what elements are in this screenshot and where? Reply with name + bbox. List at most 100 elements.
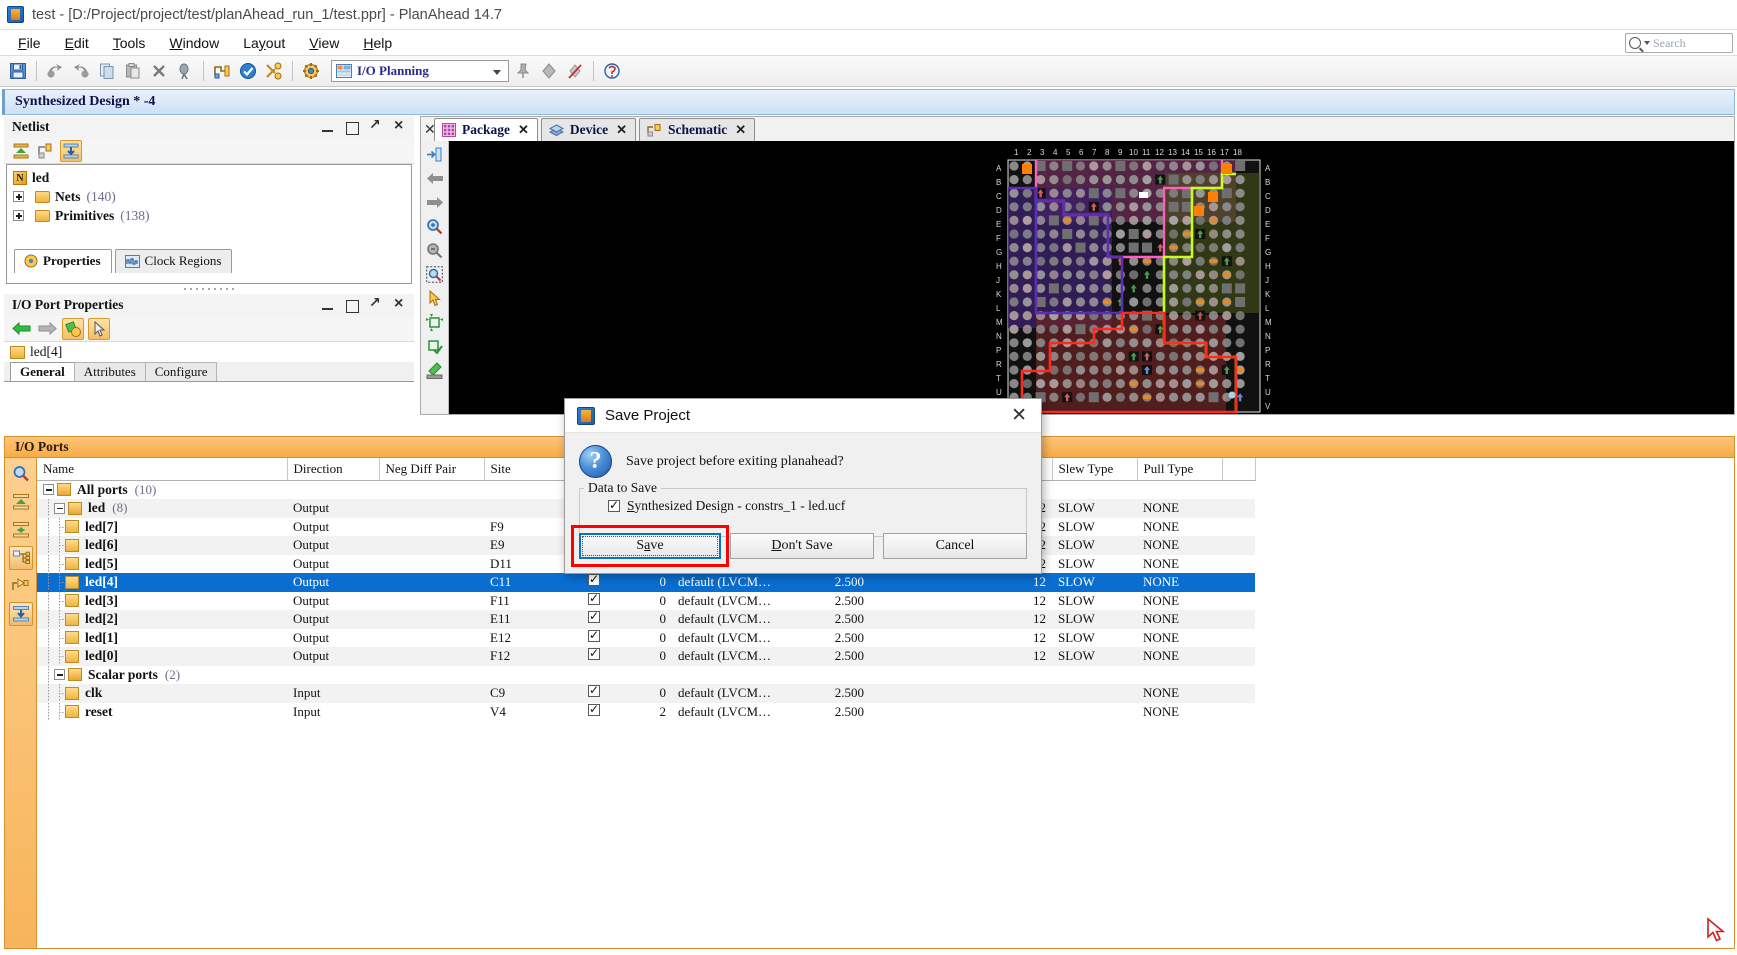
fixed-checkbox[interactable] (588, 573, 600, 587)
fit-selection-icon[interactable] (424, 144, 446, 165)
redo-icon[interactable] (69, 59, 93, 83)
expand-plus-icon[interactable] (13, 191, 24, 202)
zoom-in-icon[interactable] (424, 216, 446, 237)
tab-general[interactable]: General (10, 362, 75, 381)
fixed-checkbox[interactable] (588, 684, 600, 698)
close-icon[interactable] (393, 295, 406, 313)
select-cursor-icon[interactable] (424, 288, 446, 309)
table-row[interactable]: clk Input C9 0default (LVCM…2.500 NONE (37, 684, 1255, 703)
minimize-icon[interactable] (321, 299, 334, 312)
hierarchy-icon[interactable] (8, 602, 33, 626)
fixed-checkbox[interactable] (588, 703, 600, 716)
table-row[interactable]: led[4] Output C11 0default (LVCM…2.500 12SLO… (37, 573, 1255, 592)
settings-icon[interactable] (299, 59, 323, 83)
save-item-checkbox[interactable] (608, 498, 620, 512)
close-icon[interactable]: ✕ (518, 122, 529, 138)
collapse-all-icon[interactable] (9, 490, 33, 514)
menu-file[interactable]: File (6, 33, 53, 53)
maximize-icon[interactable] (345, 299, 359, 313)
select-cursor-icon[interactable] (88, 317, 110, 340)
tab-schematic[interactable]: Schematic ✕ (639, 118, 756, 141)
collapse-all-icon[interactable] (10, 140, 32, 162)
cell-fixed[interactable] (564, 703, 624, 722)
menu-view[interactable]: View (297, 33, 351, 53)
cancel-button[interactable]: Cancel (883, 533, 1027, 559)
fixed-checkbox[interactable] (588, 592, 600, 605)
package-grid[interactable]: 123 456 789 101112 131415 161718 123 456… (984, 143, 1284, 414)
collapse-minus-icon[interactable] (43, 484, 54, 496)
fixed-checkbox[interactable] (588, 647, 600, 661)
info-icon[interactable] (600, 59, 624, 83)
collapse-minus-icon[interactable] (54, 669, 65, 681)
delete-icon[interactable] (147, 59, 171, 83)
save-button[interactable]: Save (579, 533, 721, 559)
menu-help[interactable]: Help (351, 33, 404, 53)
copy-icon[interactable] (95, 59, 119, 83)
hierarchy-icon[interactable] (60, 139, 82, 162)
back-arrow-icon[interactable] (424, 168, 446, 189)
close-icon[interactable]: ✕ (424, 121, 436, 138)
save-icon[interactable] (6, 59, 30, 83)
package-view-canvas[interactable]: 123 456 789 101112 131415 161718 123 456… (449, 141, 1734, 414)
pin-icon[interactable] (511, 59, 535, 83)
close-icon[interactable]: ✕ (735, 122, 746, 138)
expand-plus-icon[interactable] (13, 210, 24, 221)
menu-window[interactable]: Window (157, 33, 231, 53)
save-item-row[interactable]: Synthesized Design - constrs_1 - led.ucf (608, 498, 1016, 514)
fixed-checkbox[interactable] (588, 610, 600, 624)
col-pull-type[interactable]: Pull Type (1137, 458, 1223, 481)
tab-device[interactable]: Device ✕ (540, 118, 637, 141)
paste-icon[interactable] (121, 59, 145, 83)
cell-fixed[interactable] (564, 592, 624, 611)
search-icon[interactable] (9, 462, 33, 486)
layout-combo[interactable]: I/O Planning (331, 60, 509, 82)
expand-all-icon[interactable] (9, 518, 33, 542)
tab-attributes[interactable]: Attributes (73, 362, 146, 381)
schematic-icon[interactable] (9, 574, 33, 598)
forward-arrow-icon[interactable] (36, 318, 58, 340)
cell-fixed[interactable] (564, 573, 624, 592)
panel-splitter[interactable] (4, 284, 414, 294)
expand-schematic-icon[interactable] (35, 140, 57, 162)
cell-fixed[interactable] (564, 610, 624, 629)
col-neg-diff-pair[interactable]: Neg Diff Pair (379, 458, 485, 481)
cell-fixed[interactable] (564, 684, 624, 703)
col-direction[interactable]: Direction (287, 458, 380, 481)
float-icon[interactable] (369, 117, 382, 134)
marker-icon[interactable] (537, 59, 561, 83)
forward-arrow-icon[interactable] (424, 192, 446, 213)
table-row[interactable]: led[3] Output F11 0 default (LVCM… 2.500 12 SLO… (37, 592, 1255, 611)
search-box[interactable]: Search (1625, 33, 1733, 53)
table-row[interactable]: led[0] Output F12 0default (LVCM…2.500 12SLO… (37, 647, 1255, 666)
zoom-area-icon[interactable] (424, 264, 446, 285)
menu-tools[interactable]: Tools (101, 33, 158, 53)
cell-fixed[interactable] (564, 647, 624, 666)
group-icon[interactable] (8, 546, 33, 570)
minimize-icon[interactable] (321, 121, 334, 134)
menu-layout[interactable]: Layout (231, 33, 297, 53)
no-marker-icon[interactable] (563, 59, 587, 83)
find-icon[interactable] (173, 59, 197, 83)
table-row[interactable]: reset Input V4 2 default (LVCM… 2.500 NONE (37, 703, 1255, 722)
float-icon[interactable] (369, 295, 382, 312)
autofit-check-icon[interactable] (424, 336, 446, 357)
cell-fixed[interactable] (564, 629, 624, 648)
col-name[interactable]: Name (37, 458, 288, 481)
tools-icon[interactable] (262, 59, 286, 83)
report-icon[interactable] (210, 59, 234, 83)
col-site[interactable]: Site (484, 458, 565, 481)
table-row[interactable]: led[1] Output E12 0 default (LVCM… 2.500 12 SLO… (37, 629, 1255, 648)
tree-item-led[interactable]: N led (11, 168, 411, 187)
tab-package[interactable]: Package ✕ (434, 118, 538, 141)
dont-save-button[interactable]: Don't Save (730, 533, 874, 559)
maximize-icon[interactable] (345, 121, 359, 135)
fixed-checkbox[interactable] (588, 629, 600, 642)
menu-edit[interactable]: Edit (53, 33, 101, 53)
table-row[interactable]: led[2] Output E11 0default (LVCM…2.500 12SLO… (37, 610, 1255, 629)
cell-fixed[interactable] (564, 666, 624, 685)
properties-icon[interactable] (62, 317, 84, 340)
close-icon[interactable] (393, 117, 406, 135)
close-icon[interactable]: ✕ (1005, 406, 1033, 425)
tree-item-primitives[interactable]: Primitives (138) (11, 206, 411, 225)
back-arrow-icon[interactable] (10, 318, 32, 340)
